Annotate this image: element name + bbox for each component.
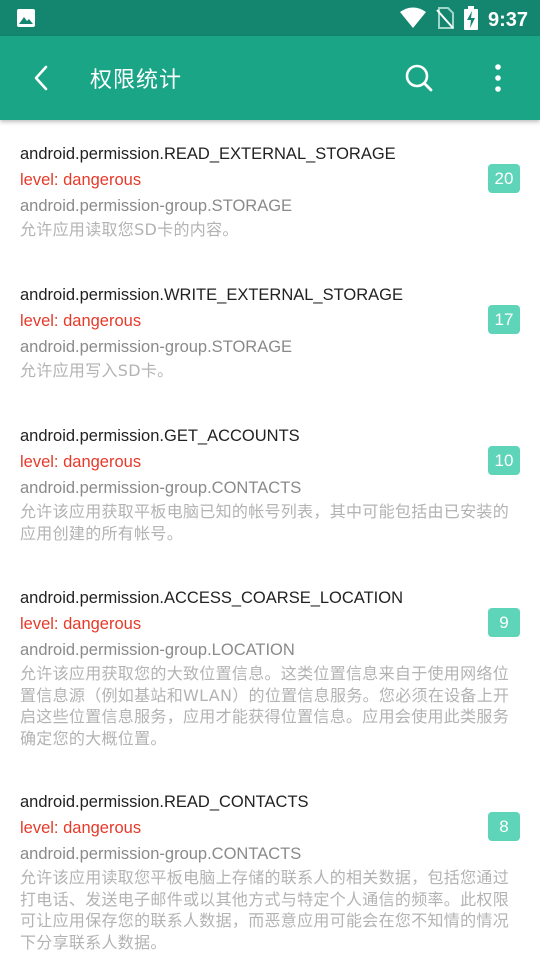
permission-item[interactable]: android.permission.READ_EXTERNAL_STORAGE… — [0, 120, 540, 261]
permission-description: 允许应用读取您SD卡的内容。 — [20, 220, 239, 239]
more-vertical-icon — [495, 64, 501, 92]
chevron-left-icon — [34, 65, 48, 91]
permission-level: level: dangerous — [20, 312, 142, 330]
permission-group: android.permission-group.STORAGE — [20, 197, 293, 215]
image-notification-icon — [16, 8, 36, 32]
permission-item[interactable]: android.permission.WRITE_EXTERNAL_STORAG… — [0, 261, 540, 402]
permission-list[interactable]: android.permission.READ_EXTERNAL_STORAGE… — [0, 120, 540, 960]
count-badge: 20 — [488, 164, 520, 193]
permission-name: android.permission.READ_CONTACTS — [20, 793, 309, 811]
app-bar: 权限统计 — [0, 36, 540, 120]
count-badge: 8 — [488, 812, 520, 841]
clock: 9:37 — [487, 8, 528, 31]
permission-description: 允许应用写入SD卡。 — [20, 361, 174, 380]
search-icon — [405, 64, 433, 92]
permission-group: android.permission-group.LOCATION — [20, 641, 295, 659]
permission-name: android.permission.WRITE_EXTERNAL_STORAG… — [20, 286, 403, 304]
more-options-button[interactable] — [478, 57, 518, 99]
permission-description: 允许该应用获取您的大致位置信息。这类位置信息来自于使用网络位置信息源（例如基站和… — [20, 664, 510, 748]
permission-level: level: dangerous — [20, 615, 142, 633]
wifi-icon — [399, 7, 426, 33]
permission-name: android.permission.GET_ACCOUNTS — [20, 427, 300, 445]
permission-level: level: dangerous — [20, 171, 142, 189]
search-button[interactable] — [398, 57, 440, 99]
permission-level: level: dangerous — [20, 819, 142, 837]
permission-group: android.permission-group.STORAGE — [20, 338, 293, 356]
battery-charging-icon — [463, 6, 478, 34]
back-button[interactable] — [22, 58, 62, 98]
count-badge: 9 — [488, 608, 520, 637]
permission-item[interactable]: android.permission.GET_ACCOUNTS level: d… — [0, 402, 540, 564]
count-badge: 10 — [488, 446, 520, 475]
no-sim-icon — [436, 7, 454, 33]
count-badge: 17 — [488, 305, 520, 334]
page-title: 权限统计 — [90, 68, 183, 93]
permission-description: 允许该应用获取平板电脑已知的帐号列表，其中可能包括由已安装的应用创建的所有帐号。 — [20, 502, 510, 543]
permission-level: level: dangerous — [20, 453, 142, 471]
permission-item[interactable]: android.permission.READ_CONTACTS level: … — [0, 768, 540, 960]
permission-description: 允许该应用读取您平板电脑上存储的联系人的相关数据，包括您通过打电话、发送电子邮件… — [20, 868, 510, 952]
permission-item[interactable]: android.permission.ACCESS_COARSE_LOCATIO… — [0, 564, 540, 768]
status-icons: 9:37 — [399, 6, 528, 34]
permission-name: android.permission.ACCESS_COARSE_LOCATIO… — [20, 589, 403, 607]
permission-group: android.permission-group.CONTACTS — [20, 845, 302, 863]
permission-group: android.permission-group.CONTACTS — [20, 479, 302, 497]
status-bar: 9:37 — [0, 0, 540, 36]
permission-name: android.permission.READ_EXTERNAL_STORAGE — [20, 145, 396, 163]
